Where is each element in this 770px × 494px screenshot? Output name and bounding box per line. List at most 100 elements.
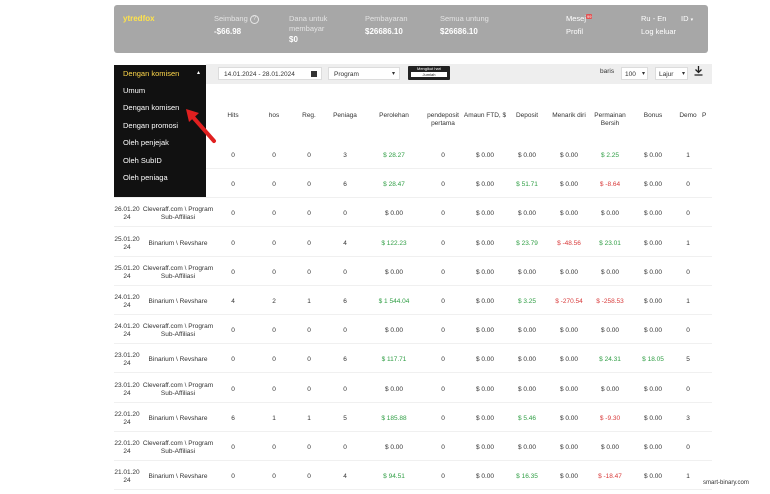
cell-deposit-value: $ 16.35 xyxy=(516,473,538,480)
col-net-game[interactable]: Permainan Bersih xyxy=(590,112,630,128)
date-range-picker[interactable]: 14.01.2024 - 28.01.2024 xyxy=(218,67,322,80)
cell-withdrawals-value: $ 0.00 xyxy=(559,473,579,480)
cell-program: Cleveraff.com \ Program Sub-Affiliasi xyxy=(142,440,214,455)
cell-program: Binarium \ Revshare xyxy=(148,415,208,422)
cell-deposit-value: $ 0.00 xyxy=(517,386,537,393)
withdraw-label-1: Dana untuk xyxy=(289,14,328,23)
cell-ftd-amount: $ 0.00 xyxy=(475,269,495,276)
rows-select[interactable]: 100 ▾ xyxy=(621,67,648,80)
watermark: smart-binary.com xyxy=(703,480,749,486)
chevron-up-icon[interactable]: ▴ xyxy=(197,69,200,76)
cell-net-game: $ 0.00 xyxy=(590,444,630,452)
balance-value: -$66.98 xyxy=(214,27,242,36)
cell-net-game: $ 24.31 xyxy=(590,356,630,364)
chevron-down-icon: ▾ xyxy=(681,71,685,77)
id-label: ID xyxy=(681,14,689,23)
cell-net-game-value: $ 0.00 xyxy=(600,444,620,451)
cell-deposit-value: $ 0.00 xyxy=(517,444,537,451)
col-demo[interactable]: Demo xyxy=(676,112,700,120)
cell-perolehan: $ 122.23 xyxy=(374,240,414,248)
help-icon[interactable]: ? xyxy=(249,14,259,24)
cell-ftd-amount: $ 0.00 xyxy=(475,181,495,188)
dropdown-item-dengan-promosi[interactable]: Dengan promosi xyxy=(123,121,178,130)
cell-date: 26.01.20 24 xyxy=(114,206,140,221)
col-hos[interactable]: hos xyxy=(264,112,284,120)
cell-bonus: $ 0.00 xyxy=(643,210,663,217)
dropdown-item-oleh-subid[interactable]: Oleh SubID xyxy=(123,156,162,165)
cell-deposit: $ 16.35 xyxy=(512,473,542,481)
cell-net-game-value: $ 0.00 xyxy=(600,269,620,276)
col-withdrawals[interactable]: Menarik diri xyxy=(548,112,590,120)
col-hits[interactable]: Hits xyxy=(222,112,244,120)
col-peniaga[interactable]: Peniaga xyxy=(330,112,360,120)
cell-peniaga: 0 xyxy=(343,386,347,393)
cell-ftd-amount: $ 0.00 xyxy=(475,327,495,334)
language-switch[interactable]: Ru - En xyxy=(641,14,666,23)
payments-block: Pembayaran $26686.10 xyxy=(365,14,408,36)
program-select[interactable]: Program ▾ xyxy=(328,67,400,80)
columns-select[interactable]: Lajur ▾ xyxy=(655,67,688,80)
cell-withdrawals-value: $ 0.00 xyxy=(559,152,579,159)
lang-en[interactable]: En xyxy=(657,14,666,23)
cell-perolehan: $ 94.51 xyxy=(374,473,414,481)
download-icon[interactable] xyxy=(692,66,704,80)
profile-link[interactable]: Profil xyxy=(566,27,583,36)
cell-hits: 0 xyxy=(231,386,235,393)
lang-ru[interactable]: Ru xyxy=(641,14,651,23)
col-ftd-amount[interactable]: Amaun FTD, $ xyxy=(462,112,508,120)
dropdown-item-umum[interactable]: Umum xyxy=(123,86,145,95)
cell-perolehan-value: $ 122.23 xyxy=(381,240,407,247)
messages-link[interactable]: Mesej99 xyxy=(566,14,593,23)
col-truncated[interactable]: P xyxy=(702,112,712,120)
columns-select-value: Lajur xyxy=(659,71,674,78)
cell-withdrawals-value: $ 0.00 xyxy=(559,210,579,217)
cell-first-depositors: 0 xyxy=(441,152,445,159)
cell-hos: 0 xyxy=(272,181,276,188)
cell-deposit-value: $ 3.25 xyxy=(517,298,537,305)
tooltip-total[interactable]: Jumlah xyxy=(411,72,447,77)
cell-first-depositors: 0 xyxy=(441,240,445,247)
cell-withdrawals-value: $ 0.00 xyxy=(559,386,579,393)
cell-hos: 0 xyxy=(272,444,276,451)
cell-perolehan: $ 28.47 xyxy=(374,181,414,189)
col-bonus[interactable]: Bonus xyxy=(638,112,668,120)
dropdown-item-oleh-peniaga[interactable]: Oleh peniaga xyxy=(123,173,168,182)
cell-hits: 4 xyxy=(231,298,235,305)
calendar-icon xyxy=(311,71,317,77)
cell-perolehan-value: $ 1 544.04 xyxy=(378,298,410,305)
cell-ftd-amount: $ 0.00 xyxy=(475,473,495,480)
col-reg[interactable]: Reg. xyxy=(298,112,320,120)
cell-deposit-value: $ 0.00 xyxy=(517,327,537,334)
profit-block: Semua untung $26686.10 xyxy=(440,14,489,36)
id-menu[interactable]: ID ▾ xyxy=(681,14,693,23)
profit-label: Semua untung xyxy=(440,14,489,23)
cell-net-game: $ -258.53 xyxy=(590,298,630,306)
cell-date: 23.01.20 24 xyxy=(114,352,140,367)
cell-withdrawals-value: $ -270.54 xyxy=(555,298,583,305)
dropdown-item-oleh-penjejak[interactable]: Oleh penjejak xyxy=(123,138,169,147)
cell-perolehan-value: $ 28.47 xyxy=(383,181,405,188)
cell-perolehan-value: $ 28.27 xyxy=(383,152,405,159)
row-divider xyxy=(114,460,712,461)
cell-peniaga: 6 xyxy=(343,298,347,305)
col-first-depositors[interactable]: pendeposit pertama xyxy=(424,112,462,128)
cell-net-game-value: $ -18.47 xyxy=(598,473,622,480)
dropdown-item-dengan-komisen[interactable]: Dengan komisen xyxy=(123,103,179,112)
cell-bonus: $ 0.00 xyxy=(643,386,663,393)
cell-withdrawals-value: $ 0.00 xyxy=(559,181,579,188)
col-perolehan[interactable]: Perolehan xyxy=(374,112,414,120)
cell-ftd-amount: $ 0.00 xyxy=(475,298,495,305)
cell-deposit: $ 0.00 xyxy=(512,269,542,277)
row-divider xyxy=(114,226,712,227)
row-divider xyxy=(114,285,712,286)
cell-first-depositors: 0 xyxy=(441,356,445,363)
row-divider xyxy=(114,197,712,198)
cell-perolehan-value: $ 94.51 xyxy=(383,473,405,480)
tooltip-by-day: Mengikut hari xyxy=(416,66,441,71)
cell-net-game: $ 2.25 xyxy=(590,152,630,160)
logout-link[interactable]: Log keluar xyxy=(641,27,676,36)
dropdown-selected-value[interactable]: Dengan komisen xyxy=(123,69,179,78)
cell-bonus: $ 0.00 xyxy=(643,444,663,451)
cell-deposit-value: $ 0.00 xyxy=(517,210,537,217)
col-deposit[interactable]: Deposit xyxy=(512,112,542,120)
